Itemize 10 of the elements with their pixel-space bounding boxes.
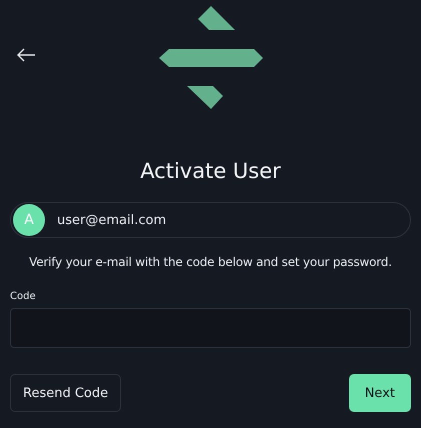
email-text: user@email.com bbox=[57, 212, 166, 228]
avatar: A bbox=[13, 204, 45, 236]
resend-button[interactable]: Resend Code bbox=[10, 374, 122, 412]
code-input[interactable] bbox=[10, 308, 411, 348]
instruction-text: Verify your e-mail with the code below and set your password. bbox=[28, 255, 393, 269]
next-button[interactable]: Next bbox=[348, 374, 411, 412]
back-button[interactable] bbox=[16, 46, 36, 62]
back-arrow-icon bbox=[16, 46, 36, 62]
page-title: Activate User bbox=[139, 158, 282, 185]
field-label: Code bbox=[10, 291, 37, 302]
